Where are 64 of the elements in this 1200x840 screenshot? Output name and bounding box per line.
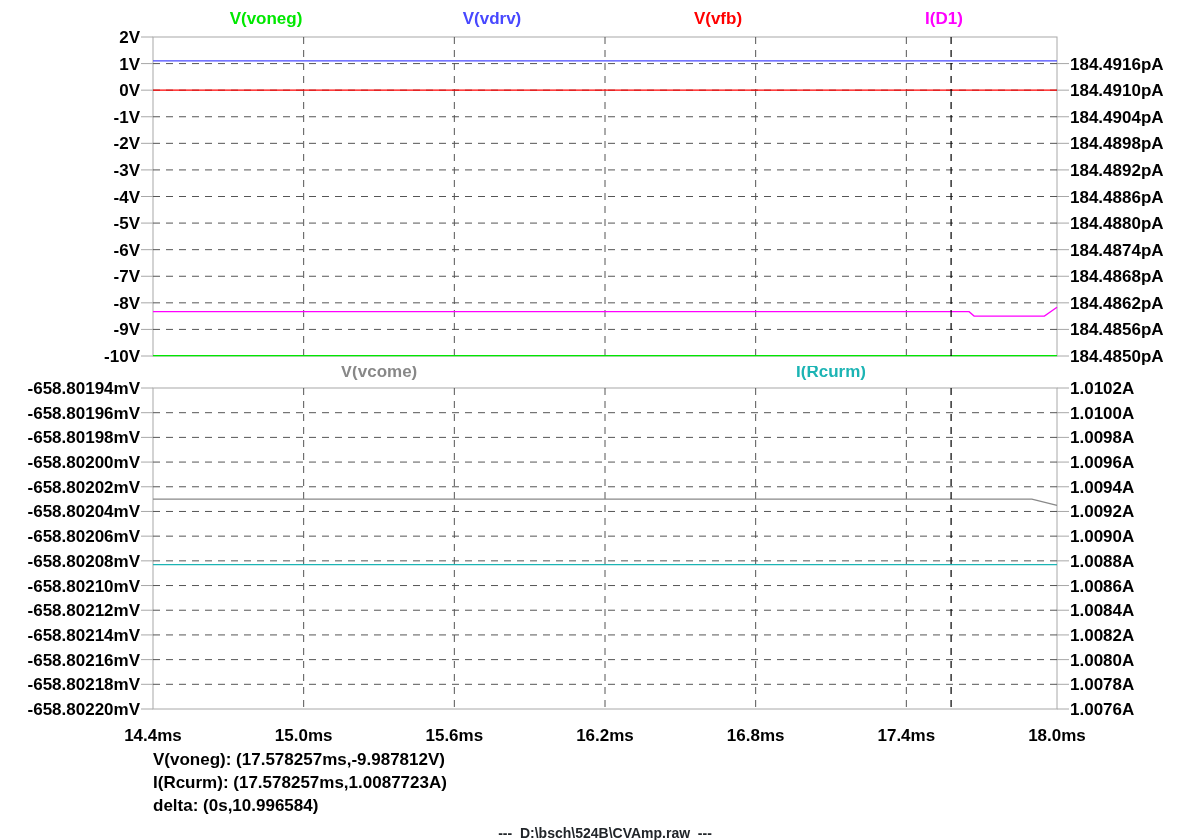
axis-label: 16.2ms xyxy=(576,726,634,745)
axis-label: 184.4856pA xyxy=(1070,320,1164,340)
file-label: --- D:\bsch\524B\CVAmp.raw --- xyxy=(498,825,712,840)
axis-label: -658.80194mV xyxy=(27,379,140,398)
axis-label: 15.6ms xyxy=(425,726,484,745)
axis-label: -5V xyxy=(113,214,140,234)
axis-label: 184.4898pA xyxy=(1070,134,1164,154)
axis-label: -658.80200mV xyxy=(27,453,140,473)
axis-label: 184.4910pA xyxy=(1070,81,1164,101)
axis-label: -4V xyxy=(113,187,140,207)
axis-label: -658.80196mV xyxy=(27,403,140,423)
axis-label: -658.80218mV xyxy=(27,675,140,695)
axis-label: 17.4ms xyxy=(877,726,936,745)
axis-label: 1.0090A xyxy=(1070,527,1135,547)
axis-label: -3V xyxy=(113,160,140,180)
axis-label: 0V xyxy=(119,81,140,101)
axis-label: -658.80216mV xyxy=(27,650,140,670)
axis-label: 1.0100A xyxy=(1070,403,1135,423)
axis-label: 184.4892pA xyxy=(1070,160,1164,180)
axis-label: 1.0080A xyxy=(1070,650,1135,670)
axis-label: 1.0076A xyxy=(1070,700,1135,719)
axis-label: -10V xyxy=(104,347,140,366)
axis-label: 1.0092A xyxy=(1070,502,1135,522)
axis-label: 1.0086A xyxy=(1070,576,1135,596)
axis-label: 14.4ms xyxy=(124,726,182,745)
axis-label: -658.80208mV xyxy=(27,551,140,571)
axis-label: 184.4868pA xyxy=(1070,267,1164,287)
axis-label: -658.80202mV xyxy=(27,477,140,497)
axis-label: -658.80210mV xyxy=(27,576,140,596)
axis-label: 1.0088A xyxy=(1070,551,1135,571)
axis-label: 1.0102A xyxy=(1070,379,1135,398)
axis-label: -658.80204mV xyxy=(27,502,140,522)
axis-label: 184.4874pA xyxy=(1070,240,1164,260)
axis-label: 1.0082A xyxy=(1070,625,1135,645)
axis-label: -658.80206mV xyxy=(27,527,140,547)
axis-label: -6V xyxy=(113,240,140,260)
axis-label: -658.80212mV xyxy=(27,601,140,621)
cursor-readout: V(voneg): (17.578257ms,-9.987812V) xyxy=(153,749,445,771)
axis-label: -2V xyxy=(113,134,140,154)
axis-label: 184.4904pA xyxy=(1070,107,1164,127)
axis-label: 184.4862pA xyxy=(1070,293,1164,313)
axis-label: 1.0098A xyxy=(1070,428,1135,448)
axis-label: -658.80214mV xyxy=(27,625,140,645)
axis-label: 1.0094A xyxy=(1070,477,1135,497)
axis-label: 1V xyxy=(119,54,140,74)
axis-label: 16.8ms xyxy=(726,726,785,745)
axis-label: 184.4886pA xyxy=(1070,187,1164,207)
axis-label: -9V xyxy=(113,320,140,340)
cursor-readout: delta: (0s,10.996584) xyxy=(153,795,319,817)
axis-label: 184.4880pA xyxy=(1070,214,1164,234)
axis-label: -8V xyxy=(113,293,140,313)
axis-label: -1V xyxy=(113,107,140,127)
cursor-readout: I(Rcurm): (17.578257ms,1.0087723A) xyxy=(153,772,447,794)
axis-label: 1.0084A xyxy=(1070,601,1135,621)
axis-label: 15.0ms xyxy=(274,726,333,745)
axis-label: 2V xyxy=(119,28,140,47)
axis-label: 1.0078A xyxy=(1070,675,1135,695)
axis-label: -658.80198mV xyxy=(27,428,140,448)
axis-label: -658.80220mV xyxy=(27,700,140,719)
axis-label: 184.4850pA xyxy=(1070,347,1164,366)
axis-label: 18.0ms xyxy=(1028,726,1086,745)
axis-label: 184.4916pA xyxy=(1070,54,1164,74)
axis-label: 1.0096A xyxy=(1070,453,1135,473)
axis-label: -7V xyxy=(113,267,140,287)
